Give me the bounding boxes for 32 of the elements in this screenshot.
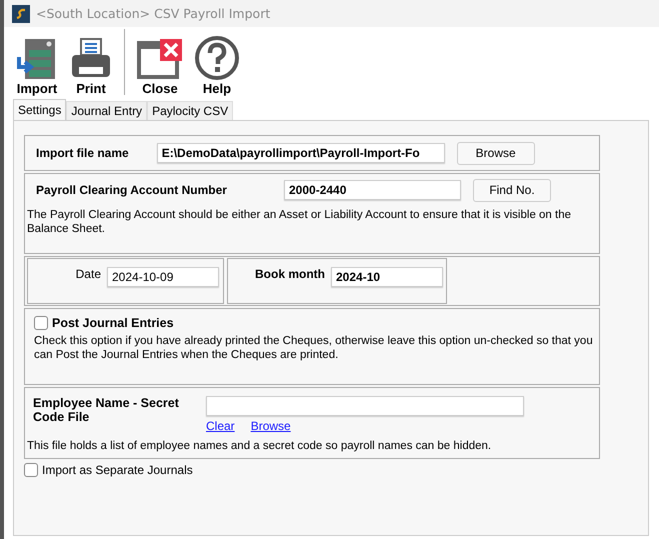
description-text: Check this option if you have already printed the Cheques, otherwise leave this option un-checked so that you can Post the Journal Entries when the Cheques are printed.	[34, 334, 594, 362]
field-label: Import file name	[36, 146, 129, 160]
checkbox[interactable]	[24, 463, 38, 477]
tab[interactable]: Journal Entry	[66, 101, 148, 120]
tab[interactable]: Settings	[13, 99, 66, 120]
link[interactable]: Browse	[250, 419, 291, 433]
checkbox-label: Import as Separate Journals	[42, 463, 193, 477]
checkbox[interactable]	[34, 316, 48, 330]
toolbar-button[interactable]: Import	[12, 37, 62, 99]
find-button[interactable]: Find No.	[473, 178, 551, 202]
input-field[interactable]	[206, 396, 524, 416]
close-icon	[136, 37, 184, 81]
field-label: Date	[76, 267, 101, 281]
field-label: Payroll Clearing Account Number	[36, 183, 228, 197]
date-field[interactable]: 2024-10-09	[107, 267, 219, 287]
browse-button[interactable]: Browse	[456, 142, 535, 164]
app-logo-icon	[12, 4, 30, 22]
checkbox-label: Post Journal Entries	[52, 316, 174, 330]
toolbar-button[interactable]: Print	[66, 37, 116, 99]
toolbar-button[interactable]: Close	[133, 37, 187, 99]
link[interactable]: Clear	[206, 419, 235, 433]
help-icon	[194, 35, 240, 81]
field-label: Book month	[255, 267, 325, 281]
description-text: The Payroll Clearing Account should be either an Asset or Liability Account to ensure that it is visible on the Balance Sheet.	[26, 208, 572, 236]
input-field[interactable]: 2000-2440	[284, 180, 461, 200]
field-label: Employee Name - Secret Code File	[33, 396, 180, 426]
tab[interactable]: Paylocity CSV	[147, 101, 234, 120]
description-text: This file holds a list of employee names and a secret code so payroll names can be hidden.	[26, 439, 492, 453]
input-field[interactable]: 2024-10	[331, 267, 443, 287]
window-title: <South Location> CSV Payroll Import	[36, 6, 270, 21]
toolbar-button[interactable]: Help	[191, 35, 243, 99]
input-field[interactable]: E:\DemoData\payrollimport\Payroll-Import-Fo	[156, 143, 445, 163]
